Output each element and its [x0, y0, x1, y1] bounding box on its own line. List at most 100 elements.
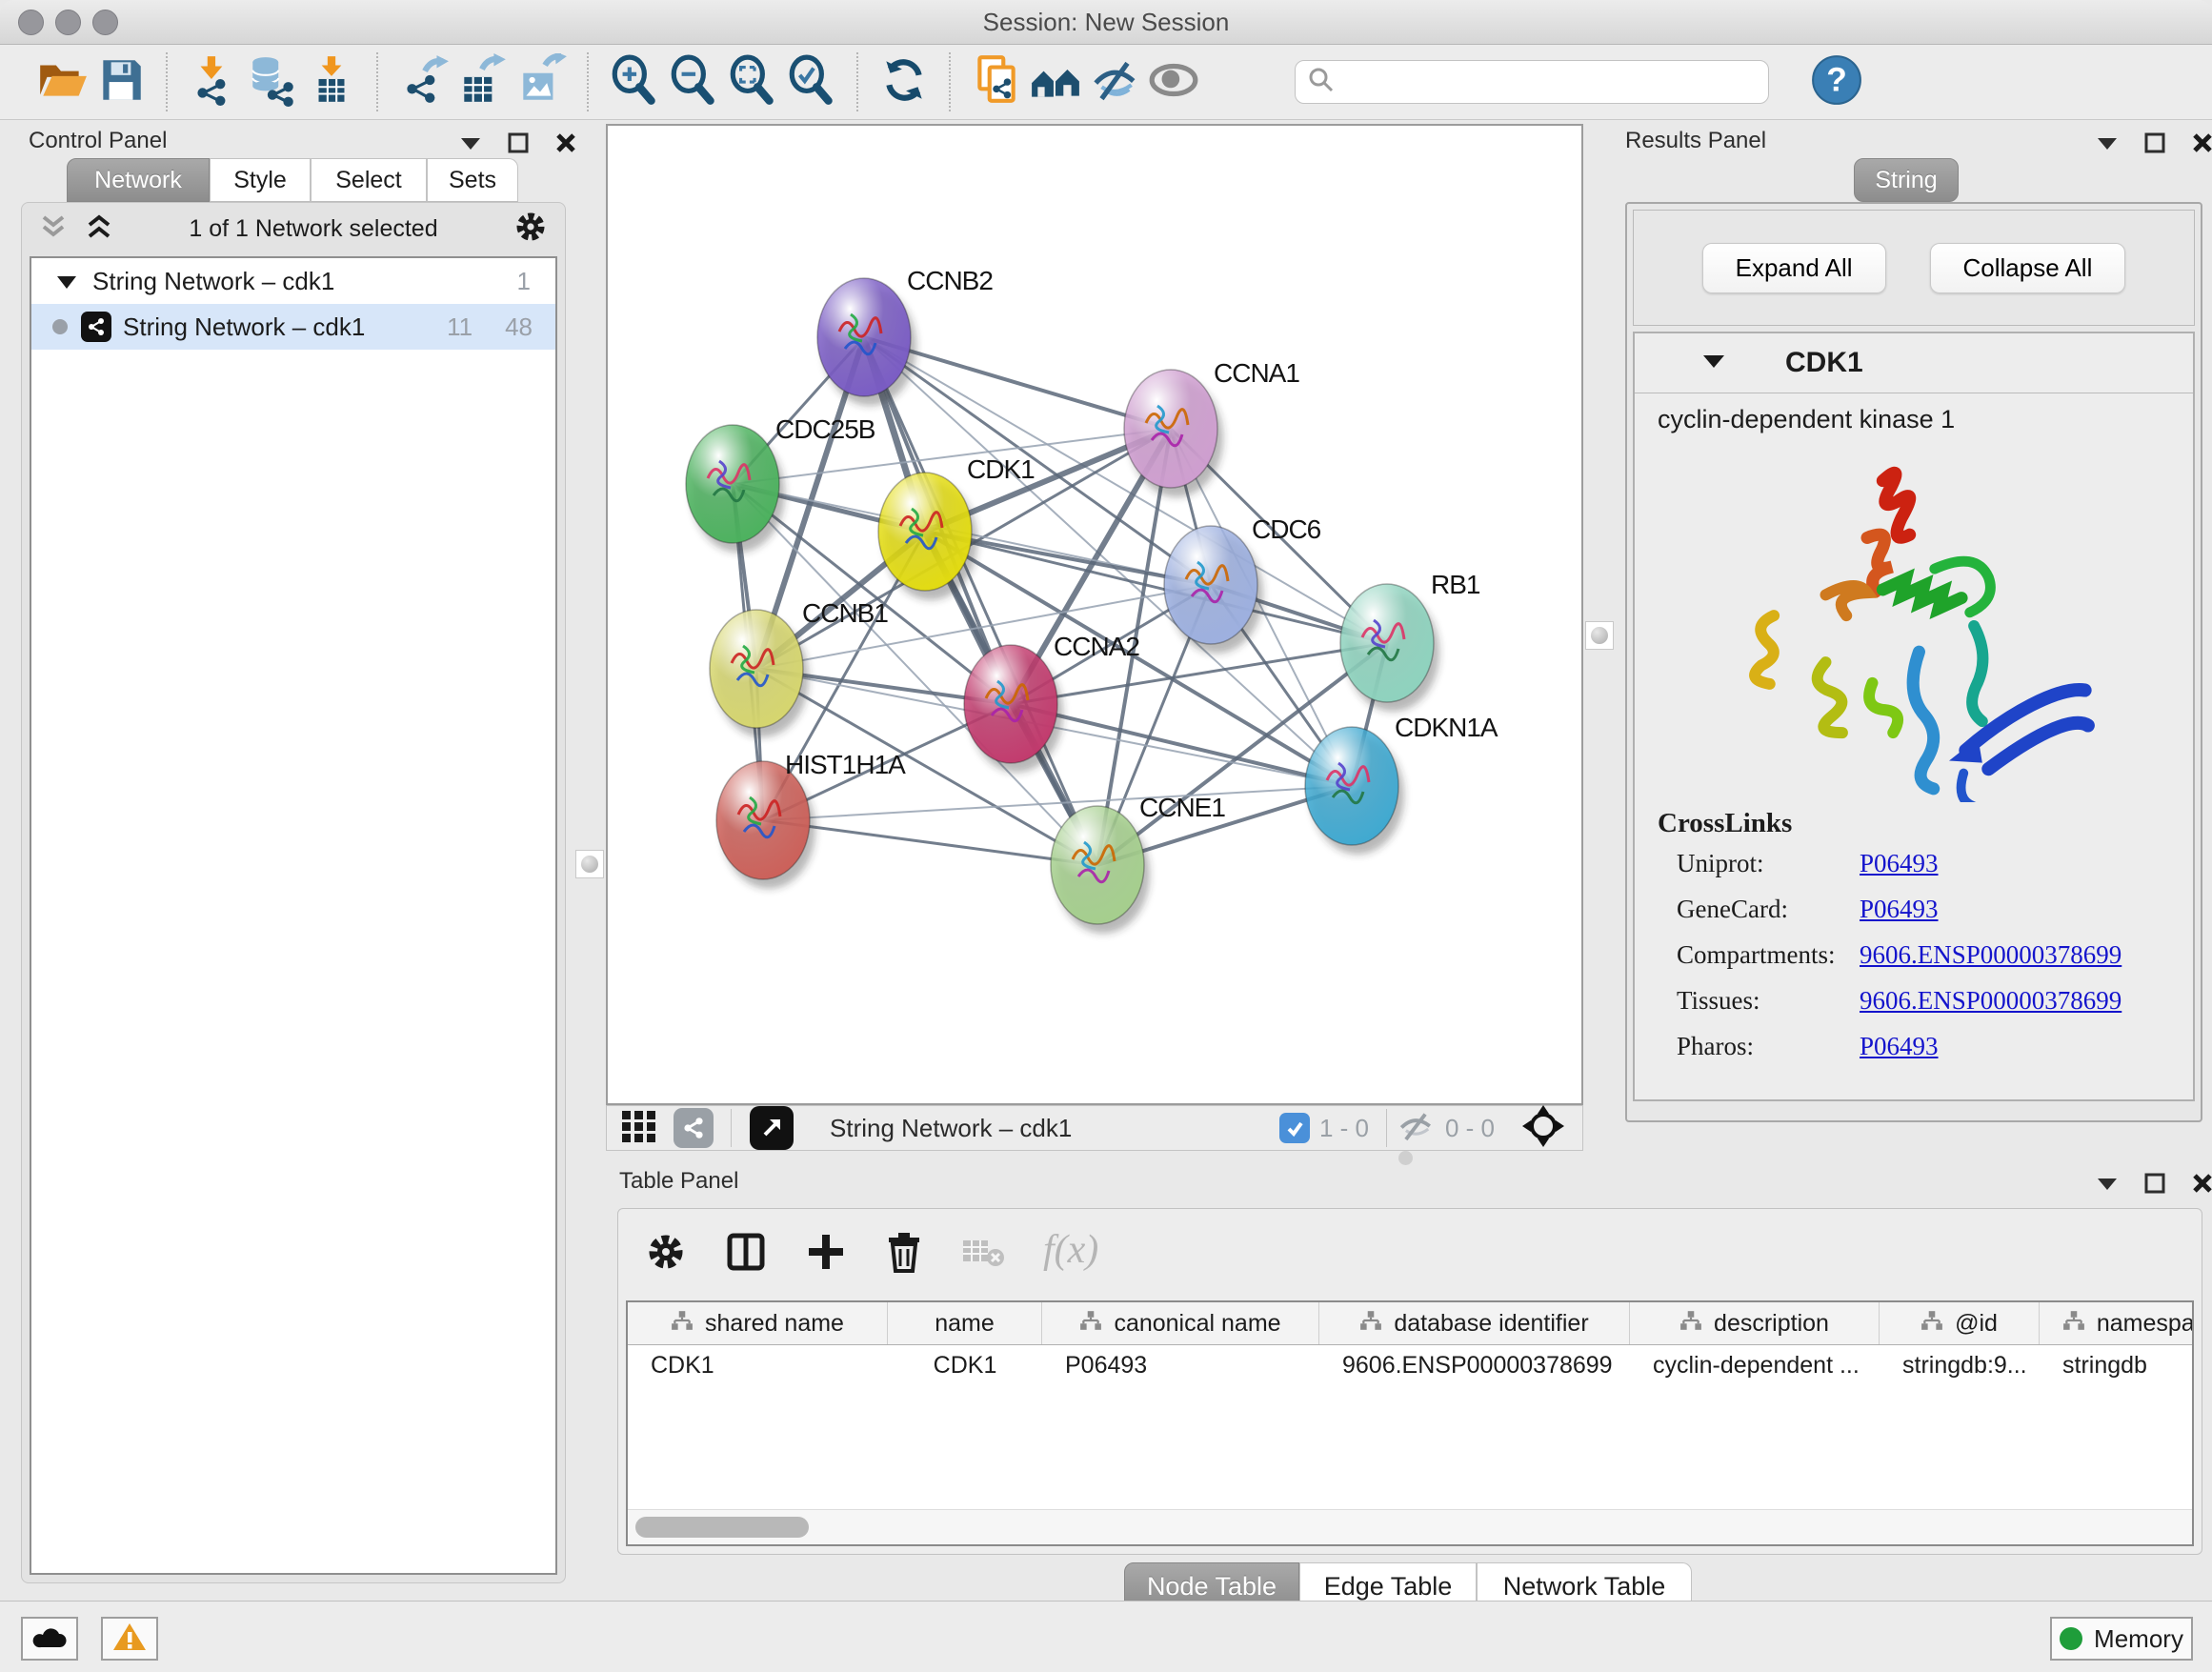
table-cell[interactable]: CDK1 — [888, 1352, 1042, 1380]
detach-view-icon[interactable] — [750, 1106, 794, 1150]
memory-button[interactable]: Memory — [2050, 1617, 2193, 1661]
table-cell[interactable]: stringdb — [2040, 1352, 2194, 1380]
table-cell[interactable]: P06493 — [1042, 1352, 1319, 1380]
crosslink-tissues[interactable]: 9606.ENSP00000378699 — [1860, 986, 2122, 1016]
table-panel-menu-icon[interactable] — [2096, 1175, 2119, 1197]
import-network-button[interactable] — [184, 52, 243, 111]
table-cell[interactable]: 9606.ENSP00000378699 — [1319, 1352, 1630, 1380]
export-table-button[interactable] — [453, 52, 513, 111]
network-node-ccne1[interactable] — [1051, 806, 1144, 924]
column-header-3[interactable]: database identifier — [1319, 1302, 1630, 1344]
table-panel-close-icon[interactable] — [2191, 1172, 2212, 1199]
export-image-button[interactable] — [513, 52, 572, 111]
zoom-out-button[interactable] — [664, 52, 723, 111]
zoom-selected-button[interactable] — [782, 52, 841, 111]
crosslink-uniprot[interactable]: P06493 — [1860, 849, 1939, 878]
hidden-eye-icon[interactable] — [1396, 1109, 1436, 1148]
warning-status-button[interactable] — [101, 1617, 158, 1661]
window-close-button[interactable] — [18, 10, 44, 35]
delete-column-icon[interactable] — [885, 1231, 923, 1278]
column-header-1[interactable]: name — [888, 1302, 1042, 1344]
network-node-ccnb2[interactable] — [817, 278, 911, 396]
results-panel-close-icon[interactable] — [2191, 131, 2212, 159]
column-header-5[interactable]: @id — [1880, 1302, 2040, 1344]
window-minimize-button[interactable] — [55, 10, 81, 35]
crosslink-pharos[interactable]: P06493 — [1860, 1032, 1939, 1061]
network-node-rb1[interactable] — [1340, 584, 1434, 702]
add-column-icon[interactable] — [805, 1231, 847, 1278]
help-button[interactable]: ? — [1807, 52, 1866, 111]
gene-collapse-icon[interactable] — [1701, 353, 1726, 374]
crosslink-compartments[interactable]: 9606.ENSP00000378699 — [1860, 940, 2122, 970]
network-node-cdk1[interactable] — [878, 473, 972, 591]
main-toolbar: ? — [0, 45, 2212, 120]
column-header-2[interactable]: canonical name — [1042, 1302, 1319, 1344]
network-share-view-icon[interactable] — [674, 1108, 714, 1148]
cloud-status-button[interactable] — [21, 1617, 78, 1661]
zoom-fit-button[interactable] — [723, 52, 782, 111]
column-header-4[interactable]: description — [1630, 1302, 1880, 1344]
control-panel-menu-icon[interactable] — [459, 134, 482, 156]
tab-select[interactable]: Select — [311, 158, 427, 202]
export-network-button[interactable] — [394, 52, 453, 111]
network-row[interactable]: String Network – cdk1 11 48 — [31, 304, 555, 350]
table-cell[interactable]: CDK1 — [628, 1352, 888, 1380]
window-zoom-button[interactable] — [92, 10, 118, 35]
horizontal-splitter-grip[interactable] — [1398, 1151, 1413, 1165]
collapse-all-button[interactable]: Collapse All — [1930, 243, 2126, 293]
network-options-gear-icon[interactable] — [513, 210, 548, 249]
control-panel-float-icon[interactable] — [507, 131, 530, 159]
crosslink-genecard[interactable]: P06493 — [1860, 895, 1939, 924]
network-node-label: CCNB1 — [802, 598, 888, 628]
results-panel-float-icon[interactable] — [2143, 131, 2166, 159]
network-collection-row[interactable]: String Network – cdk1 1 — [31, 258, 555, 304]
network-node-ccna2[interactable] — [964, 645, 1057, 763]
table-header-row[interactable]: shared namenamecanonical namedatabase id… — [628, 1302, 2192, 1345]
save-session-button[interactable] — [91, 52, 151, 111]
network-node-cdc6[interactable] — [1164, 526, 1257, 644]
left-splitter-handle[interactable] — [575, 850, 604, 878]
zoom-in-button[interactable] — [605, 52, 664, 111]
results-panel-menu-icon[interactable] — [2096, 134, 2119, 156]
column-header-0[interactable]: shared name — [628, 1302, 888, 1344]
collapse-all-networks-icon[interactable] — [39, 212, 68, 247]
refresh-button[interactable] — [875, 52, 934, 111]
svg-text:?: ? — [1826, 61, 1847, 98]
table-hscrollbar[interactable] — [628, 1509, 2192, 1544]
home-button[interactable] — [1026, 52, 1085, 111]
tree-expand-icon[interactable] — [56, 267, 77, 296]
table-cell[interactable]: cyclin-dependent ... — [1630, 1352, 1880, 1380]
open-session-button[interactable] — [32, 52, 91, 111]
show-hidden-button[interactable] — [1144, 52, 1203, 111]
network-node-cdc25b[interactable] — [686, 425, 779, 543]
table-row[interactable]: CDK1CDK1P064939606.ENSP00000378699cyclin… — [628, 1345, 2192, 1385]
table-hscrollbar-thumb[interactable] — [635, 1517, 809, 1538]
import-table-button[interactable] — [302, 52, 361, 111]
show-columns-icon[interactable] — [725, 1231, 767, 1278]
column-header-6[interactable]: namespac — [2040, 1302, 2194, 1344]
node-table[interactable]: shared namenamecanonical namedatabase id… — [626, 1300, 2194, 1546]
table-cell[interactable]: stringdb:9... — [1880, 1352, 2040, 1380]
search-input[interactable] — [1336, 68, 1739, 96]
clone-network-icon — [970, 53, 1023, 111]
network-node-ccna1[interactable] — [1124, 370, 1217, 488]
expand-all-button[interactable]: Expand All — [1702, 243, 1886, 293]
clone-network-button[interactable] — [967, 52, 1026, 111]
tab-network[interactable]: Network — [67, 158, 210, 202]
selected-checkbox-icon[interactable] — [1279, 1113, 1310, 1143]
right-splitter-handle[interactable] — [1585, 621, 1614, 650]
birds-eye-icon[interactable] — [1521, 1104, 1565, 1153]
network-canvas[interactable]: CCNB2CCNA1CDC25BCDK1CDC6RB1CCNB1CCNA2CDK… — [606, 124, 1583, 1105]
table-settings-gear-icon[interactable] — [645, 1231, 687, 1278]
tab-string[interactable]: String — [1854, 158, 1959, 202]
grid-view-icon[interactable] — [620, 1107, 658, 1150]
control-panel-close-icon[interactable] — [554, 131, 577, 159]
expand-all-networks-icon[interactable] — [85, 212, 113, 247]
network-node-cdkn1a[interactable] — [1305, 727, 1398, 845]
hide-selected-button[interactable] — [1085, 52, 1144, 111]
network-node-ccnb1[interactable] — [710, 610, 803, 728]
tab-sets[interactable]: Sets — [427, 158, 518, 202]
import-database-button[interactable] — [243, 52, 302, 111]
table-panel-float-icon[interactable] — [2143, 1172, 2166, 1199]
tab-style[interactable]: Style — [210, 158, 311, 202]
